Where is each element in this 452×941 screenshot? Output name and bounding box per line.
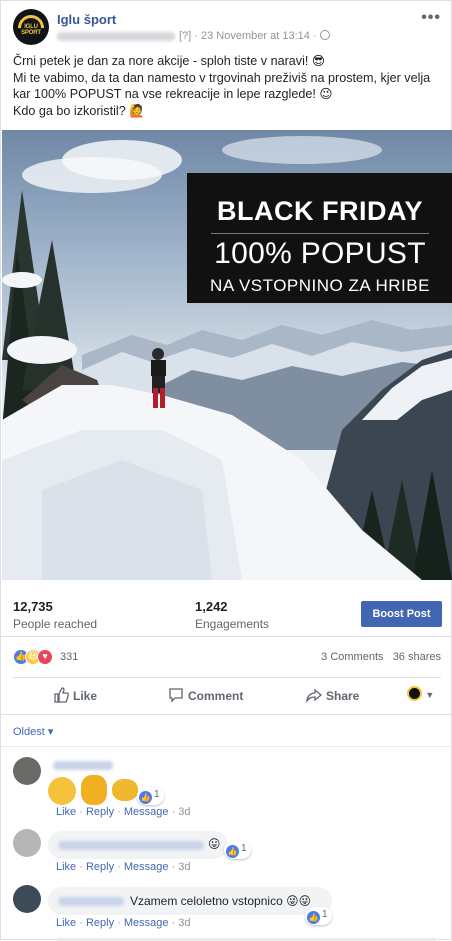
comment-text: 😛 — [208, 837, 221, 851]
like-badge-icon: 👍 — [226, 845, 239, 858]
comment-like-badge[interactable]: 👍 1 — [224, 841, 251, 859]
comment-age[interactable]: 3d — [178, 806, 190, 818]
banner-discount: 100% POPUST — [214, 237, 426, 270]
engagements-label: Engagements — [195, 617, 270, 631]
like-label: Like — [73, 689, 98, 703]
divider — [1, 746, 452, 747]
comment-actions: Like · Reply · Message · 3d — [56, 917, 191, 929]
black-friday-banner: BLACK FRIDAY 100% POPUST NA VSTOPNINO ZA… — [187, 173, 452, 303]
comments-shares-count: 3 Comments 36 shares — [321, 651, 441, 663]
comment-age[interactable]: 3d — [178, 861, 190, 873]
comment-bubble: 😛 — [48, 831, 228, 859]
comment-like-count: 1 — [241, 843, 247, 854]
comment-like-badge[interactable]: 👍 1 — [305, 907, 332, 925]
post-image[interactable]: BLACK FRIDAY 100% POPUST NA VSTOPNINO ZA… — [2, 130, 452, 580]
blurred-commenter-name[interactable] — [53, 761, 113, 770]
comment-reply-link[interactable]: Reply — [86, 806, 114, 818]
post-card: IGLU SPORT Iglu šport [?] · 23 November … — [0, 0, 452, 941]
blurred-publisher — [57, 31, 175, 41]
comment-like-badge[interactable]: 👍 1 — [137, 787, 164, 805]
blurred-commenter-name[interactable] — [58, 841, 204, 850]
comment-reply-link[interactable]: Reply — [86, 861, 114, 873]
divider — [1, 714, 452, 715]
banner-subtitle: NA VSTOPNINO ZA HRIBE — [210, 276, 430, 295]
comment-text: Vzamem celoletno vstopnico 😜😜 — [130, 894, 312, 908]
share-icon — [306, 688, 323, 704]
post-text-line: Kdo ga bo izkoristil? 🙋 — [13, 103, 145, 118]
love-reaction-icon: ♥ — [37, 649, 53, 665]
comments-count[interactable]: 3 Comments — [321, 651, 383, 663]
avatar-text: IGLU SPORT — [21, 24, 41, 36]
share-label: Share — [326, 689, 360, 703]
post-timestamp[interactable]: · 23 November at 13:14 · — [194, 30, 316, 42]
comment-like-link[interactable]: Like — [56, 917, 76, 929]
more-options-icon[interactable]: ••• — [421, 9, 441, 27]
comment-message-link[interactable]: Message — [124, 917, 169, 929]
hugging-face-icon — [48, 777, 76, 805]
comment-button[interactable]: Comment — [168, 687, 243, 703]
comment-bubble: Vzamem celoletno vstopnico 😜😜 — [48, 887, 332, 915]
page-avatar[interactable]: IGLU SPORT — [13, 9, 49, 45]
thumbs-up-icon — [54, 687, 69, 703]
caret-down-icon: ▼ — [425, 690, 435, 700]
comment-sort-dropdown[interactable]: Oldest ▾ — [13, 725, 53, 738]
comment-like-count: 1 — [322, 909, 328, 920]
comment-actions: Like · Reply · Message · 3d — [56, 806, 191, 818]
comment-label: Comment — [188, 689, 244, 703]
banner-title: BLACK FRIDAY — [216, 196, 423, 226]
like-badge-icon: 👍 — [139, 791, 152, 804]
reaction-count[interactable]: 331 — [60, 651, 78, 663]
reactions-bar[interactable]: 👍 😆 ♥ 331 3 Comments 36 shares — [13, 648, 441, 666]
like-badge-icon: 👍 — [307, 911, 320, 924]
page-name-link[interactable]: Iglu šport — [57, 12, 116, 27]
banner-divider — [211, 233, 429, 234]
shares-count[interactable]: 36 shares — [393, 651, 441, 663]
boost-post-button[interactable]: Boost Post — [361, 601, 442, 627]
comment-reply-link[interactable]: Reply — [86, 917, 114, 929]
handshake-icon — [112, 779, 138, 801]
comment-icon — [169, 688, 183, 703]
commenter-avatar[interactable] — [13, 885, 41, 913]
commenter-avatar[interactable] — [13, 829, 41, 857]
comment-like-count: 1 — [154, 789, 160, 800]
post-text-line: Mi te vabimo, da ta dan namesto v trgovi… — [13, 70, 431, 102]
post-insights: 12,735 People reached 1,242 Engagements … — [1, 591, 452, 637]
comment-actions: Like · Reply · Message · 3d — [56, 861, 191, 873]
comment-message-link[interactable]: Message — [124, 806, 169, 818]
post-text: Črni petek je dan za nore akcije - sploh… — [13, 53, 443, 119]
unknown-marker: [?] — [179, 30, 192, 42]
comment-like-link[interactable]: Like — [56, 861, 76, 873]
page-mini-avatar — [407, 686, 422, 701]
commenter-avatar[interactable] — [13, 757, 41, 785]
post-meta: [?] · 23 November at 13:14 · — [57, 30, 330, 42]
post-as-selector[interactable]: ▼ — [407, 686, 434, 701]
globe-icon[interactable] — [319, 30, 330, 40]
clapping-hands-icon — [81, 775, 107, 805]
comment-like-link[interactable]: Like — [56, 806, 76, 818]
post-actions: Like Comment Share ▼ — [13, 677, 441, 711]
like-button[interactable]: Like — [53, 687, 97, 703]
share-button[interactable]: Share — [306, 687, 360, 704]
post-text-line: Črni petek je dan za nore akcije - sploh… — [13, 54, 326, 68]
blurred-commenter-name[interactable] — [58, 897, 124, 906]
comment-age[interactable]: 3d — [178, 917, 190, 929]
people-reached-value: 12,735 — [13, 599, 53, 614]
engagements-value: 1,242 — [195, 599, 228, 614]
comment-message-link[interactable]: Message — [124, 861, 169, 873]
post-header: IGLU SPORT Iglu šport [?] · 23 November … — [13, 9, 441, 45]
people-reached-label: People reached — [13, 617, 98, 631]
